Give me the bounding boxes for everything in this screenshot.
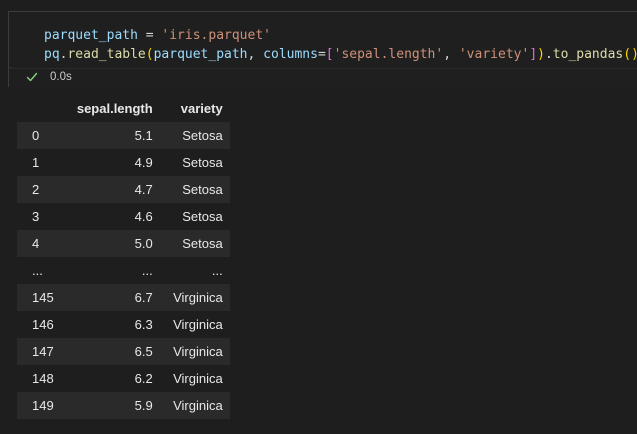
code-token-comma: , (443, 47, 459, 62)
table-row: 149 5.9 Virginica (17, 392, 230, 419)
row-index: 148 (32, 371, 54, 386)
cell-variety: Virginica (173, 344, 223, 359)
code-editor[interactable]: parquet_path = 'iris.parquet' pq. read_ta… (9, 12, 637, 67)
code-token-string: 'variety' (458, 47, 530, 62)
check-icon (26, 72, 38, 82)
cell-sepal-length: 6.3 (134, 317, 153, 332)
column-header-index (17, 95, 64, 122)
code-token-paren-open: ( (145, 47, 154, 62)
code-token-argument: parquet_path (153, 47, 248, 62)
cell-sepal-length: 6.7 (134, 290, 153, 305)
row-index: 3 (32, 209, 40, 224)
dataframe-table: sepal.length variety 0 5.1 Setosa 1 4.9 … (17, 95, 230, 419)
code-token-operator: = (137, 28, 162, 43)
row-index: 145 (32, 290, 54, 305)
cell-sepal-length: 5.9 (134, 398, 153, 413)
cell-variety: Setosa (182, 182, 223, 197)
cell-execution-status: 0.0s (9, 68, 637, 88)
cell-variety: Virginica (173, 290, 223, 305)
row-index: ... (32, 263, 43, 278)
cell-sepal-length: 4.9 (134, 155, 153, 170)
column-header-variety: variety (159, 95, 230, 122)
row-index: 1 (32, 155, 40, 170)
notebook-code-cell[interactable]: parquet_path = 'iris.parquet' pq. read_ta… (8, 11, 637, 88)
table-row: 0 5.1 Setosa (17, 122, 230, 149)
cell-sepal-length: 6.2 (134, 371, 153, 386)
row-index: 4 (32, 236, 40, 251)
code-token-dot: . (544, 47, 553, 62)
cell-sepal-length: 5.0 (134, 236, 153, 251)
cell-variety: Setosa (182, 236, 223, 251)
row-index: 149 (32, 398, 54, 413)
cell-sepal-length: 5.1 (134, 128, 153, 143)
code-token-paren-close: ) (537, 47, 545, 62)
row-index: 0 (32, 128, 40, 143)
cell-sepal-length: ... (141, 263, 153, 278)
execution-time: 0.0s (50, 71, 72, 83)
row-index: 146 (32, 317, 54, 332)
cell-variety: Setosa (182, 155, 223, 170)
code-token-string: 'sepal.length' (333, 47, 444, 62)
table-row: 148 6.2 Virginica (17, 365, 230, 392)
code-token-keyword-arg: columns (263, 47, 318, 62)
cell-sepal-length: 4.7 (134, 182, 153, 197)
cell-sepal-length: 4.6 (134, 209, 153, 224)
table-row-ellipsis: ... ... ... (17, 257, 230, 284)
cell-sepal-length: 6.5 (134, 344, 153, 359)
code-token-function: read_table (67, 47, 146, 62)
row-index: 2 (32, 182, 40, 197)
cell-variety: Setosa (182, 128, 223, 143)
code-token-paren-open: ( (623, 47, 632, 62)
table-row: 146 6.3 Virginica (17, 311, 230, 338)
code-token-string: 'iris.parquet' (161, 28, 271, 43)
code-token-bracket-close: ] (529, 47, 538, 62)
column-header-sepal-length: sepal.length (63, 95, 160, 122)
table-row: 147 6.5 Virginica (17, 338, 230, 365)
row-index: 147 (32, 344, 54, 359)
cell-output: sepal.length variety 0 5.1 Setosa 1 4.9 … (17, 95, 230, 419)
code-token-module: pq (44, 47, 60, 62)
cell-variety: Virginica (173, 371, 223, 386)
table-row: 1 4.9 Setosa (17, 149, 230, 176)
cell-variety: Virginica (173, 398, 223, 413)
code-line-2: pq.read_table(parquet_path, columns=['se… (44, 45, 637, 64)
cell-variety: Virginica (173, 317, 223, 332)
code-token-paren-close: ) (631, 47, 637, 62)
cell-variety: ... (211, 263, 223, 278)
cell-variety: Setosa (182, 209, 223, 224)
table-row: 4 5.0 Setosa (17, 230, 230, 257)
table-row: 145 6.7 Virginica (17, 284, 230, 311)
table-row: 3 4.6 Setosa (17, 203, 230, 230)
table-row: 2 4.7 Setosa (17, 176, 230, 203)
table-header-row: sepal.length variety (17, 95, 230, 122)
code-line-1: parquet_path = 'iris.parquet' (44, 26, 271, 45)
code-token-equals: = (317, 47, 326, 62)
code-token-variable: parquet_path (44, 28, 138, 43)
code-token-function: to_pandas (552, 47, 624, 62)
code-token-bracket-open: [ (325, 47, 334, 62)
code-token-comma: , (247, 47, 264, 62)
